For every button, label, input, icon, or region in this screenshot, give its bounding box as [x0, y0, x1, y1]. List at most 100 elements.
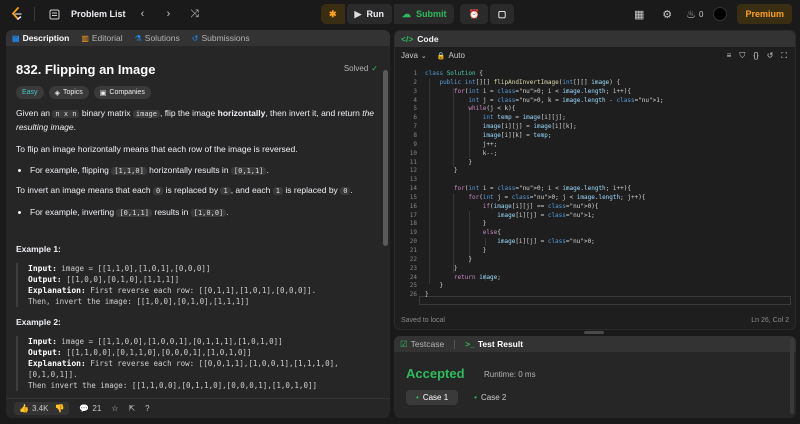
layout-grid-icon[interactable]: ▦ — [630, 5, 648, 23]
star-icon[interactable]: ☆ — [111, 404, 118, 413]
description-paragraph-2: To flip an image horizontally means that… — [16, 144, 298, 154]
thumbs-up-icon: 👍 — [19, 404, 29, 413]
code-line: } — [425, 167, 458, 175]
code-line: public int[][] flipAndInvertImage(int[][… — [439, 78, 621, 86]
code-line: for(int j = class="nu">0; j < image.leng… — [468, 193, 646, 201]
problem-tags: Easy ◈ Topics ▣ Companies — [16, 86, 380, 99]
comments-button[interactable]: 💬 21 — [79, 404, 101, 413]
premium-button[interactable]: Premium — [737, 4, 792, 24]
notes-button[interactable]: ▢ — [489, 4, 515, 24]
submit-button[interactable]: ☁ Submit — [393, 4, 455, 24]
code-panel-header: </> Code — [395, 31, 795, 47]
timer-button[interactable]: ⏰ — [460, 4, 488, 24]
terminal-icon: >_ — [465, 339, 475, 349]
case-tabs: • Case 1 • Case 2 — [406, 390, 516, 405]
description-paragraph-1: Given an n x n binary matrix image, flip… — [16, 108, 375, 132]
braces-icon[interactable]: {} — [753, 51, 758, 61]
case-2-tab[interactable]: • Case 2 — [464, 390, 516, 405]
companies-tag[interactable]: ▣ Companies — [93, 86, 151, 99]
auto-mode[interactable]: 🔒 Auto — [437, 51, 465, 60]
case-1-tab[interactable]: • Case 1 — [406, 390, 459, 405]
leetcode-logo-icon[interactable] — [10, 7, 24, 21]
line-number: 14 — [409, 185, 417, 193]
problem-title[interactable]: 832. Flipping an Image — [16, 62, 380, 77]
bookmark-icon[interactable]: ⛉ — [739, 51, 745, 61]
code-line: j++; — [425, 140, 498, 148]
line-number: 5 — [413, 105, 417, 113]
current-line-highlight — [419, 296, 791, 305]
line-number: 18 — [409, 220, 417, 228]
reset-icon[interactable]: ↺ — [767, 51, 774, 61]
language-select[interactable]: Java ⌄ — [401, 51, 427, 60]
shuffle-icon[interactable]: ⤨ — [186, 5, 204, 23]
gear-icon[interactable]: ⚙ — [658, 5, 676, 23]
document-icon: ▤ — [12, 33, 20, 43]
streak-flame-icon[interactable]: ♨ 0 — [686, 5, 703, 23]
line-number: 20 — [409, 238, 417, 246]
code-line: for(int i = class="nu">0; i < image.leng… — [453, 185, 631, 193]
code-line: } — [425, 264, 458, 272]
code-line: image[i][k] = temp; — [482, 131, 552, 139]
code-brackets-icon: </> — [401, 34, 414, 44]
result-tabbar: ☑ Testcase >_ Test Result — [394, 336, 796, 352]
debug-button[interactable]: ✱ — [321, 4, 345, 24]
result-panel: ☑ Testcase >_ Test Result Accepted Runti… — [394, 336, 796, 418]
description-scrollbar[interactable] — [383, 70, 388, 246]
line-number: 22 — [409, 255, 417, 263]
code-line: image[i][j] = class="nu">1; — [497, 211, 595, 219]
like-button[interactable]: 👍 3.4K 👎 — [14, 402, 70, 415]
line-number: 3 — [413, 87, 417, 95]
code-line: k--; — [425, 149, 498, 157]
format-icon[interactable]: ≡ — [727, 51, 732, 61]
tab-description[interactable]: ▤ Description — [12, 33, 69, 43]
example-1-box: Input: image = [[1,1,0],[1,0,1],[0,0,0]]… — [16, 263, 380, 307]
line-number: 8 — [413, 131, 417, 139]
saved-status: Saved to local — [401, 316, 445, 324]
description-panel: ▤ Description ▥ Editorial ⚗ Solutions ↺ … — [6, 30, 390, 418]
fullscreen-icon[interactable]: ⛶ — [781, 51, 787, 61]
avatar[interactable] — [713, 7, 728, 21]
code-line: image[i][j] = class="nu">0; — [497, 238, 595, 246]
line-number: 4 — [413, 96, 417, 104]
description-bullet-2: For example, inverting [0,1,1] results i… — [30, 206, 380, 220]
line-number: 16 — [409, 202, 417, 210]
submit-label: Submit — [415, 9, 447, 19]
line-number: 12 — [409, 167, 417, 175]
streak-count: 0 — [699, 9, 704, 19]
code-line: } — [425, 247, 487, 254]
problem-list-icon[interactable] — [45, 5, 63, 23]
problem-description: 832. Flipping an Image Solved ✓ Easy ◈ T… — [16, 54, 380, 391]
next-problem-chevron-right-icon[interactable]: › — [160, 5, 178, 23]
tab-testcase[interactable]: ☑ Testcase — [400, 339, 444, 350]
help-icon[interactable]: ? — [145, 404, 149, 413]
code-line: class Solution { — [425, 70, 483, 77]
run-button[interactable]: ▶ Run — [346, 4, 392, 24]
description-footer: 👍 3.4K 👎 💬 21 ☆ ⇱ ? — [6, 398, 390, 418]
editor-toolbar: Java ⌄ 🔒 Auto ≡ ⛉ {} ↺ ⛶ — [395, 47, 795, 64]
code-editor[interactable]: 1 class Solution { 2 public int[][] flipAn… — [395, 67, 795, 311]
top-nav: Problem List ‹ › ⤨ ✱ ▶ Run ☁ Submit ⏰ ▢ … — [0, 0, 800, 28]
description-tabbar: ▤ Description ▥ Editorial ⚗ Solutions ↺ … — [6, 30, 390, 46]
alarm-clock-icon: ⏰ — [468, 8, 480, 19]
share-icon[interactable]: ⇱ — [128, 404, 135, 413]
line-number: 19 — [409, 229, 417, 237]
prev-problem-chevron-left-icon[interactable]: ‹ — [134, 5, 152, 23]
line-number: 21 — [409, 247, 417, 254]
code-line: } — [425, 291, 429, 299]
panel-resize-handle[interactable] — [584, 331, 604, 334]
tab-test-result[interactable]: >_ Test Result — [465, 339, 523, 349]
topics-tag[interactable]: ◈ Topics — [48, 86, 89, 99]
line-number: 26 — [409, 291, 417, 299]
tab-solutions[interactable]: ⚗ Solutions — [135, 33, 180, 43]
example-1-title: Example 1: — [16, 244, 61, 254]
result-scrollbar[interactable] — [790, 338, 794, 414]
line-number: 2 — [413, 78, 417, 86]
line-number: 25 — [409, 282, 417, 290]
tab-editorial[interactable]: ▥ Editorial — [81, 33, 122, 43]
line-number: 1 — [413, 70, 417, 77]
problem-list-link[interactable]: Problem List — [71, 9, 126, 19]
tab-submissions[interactable]: ↺ Submissions — [192, 33, 250, 43]
chevron-down-icon: ⌄ — [420, 52, 427, 60]
code-line: } — [425, 220, 487, 228]
code-line: return image; — [453, 273, 501, 281]
